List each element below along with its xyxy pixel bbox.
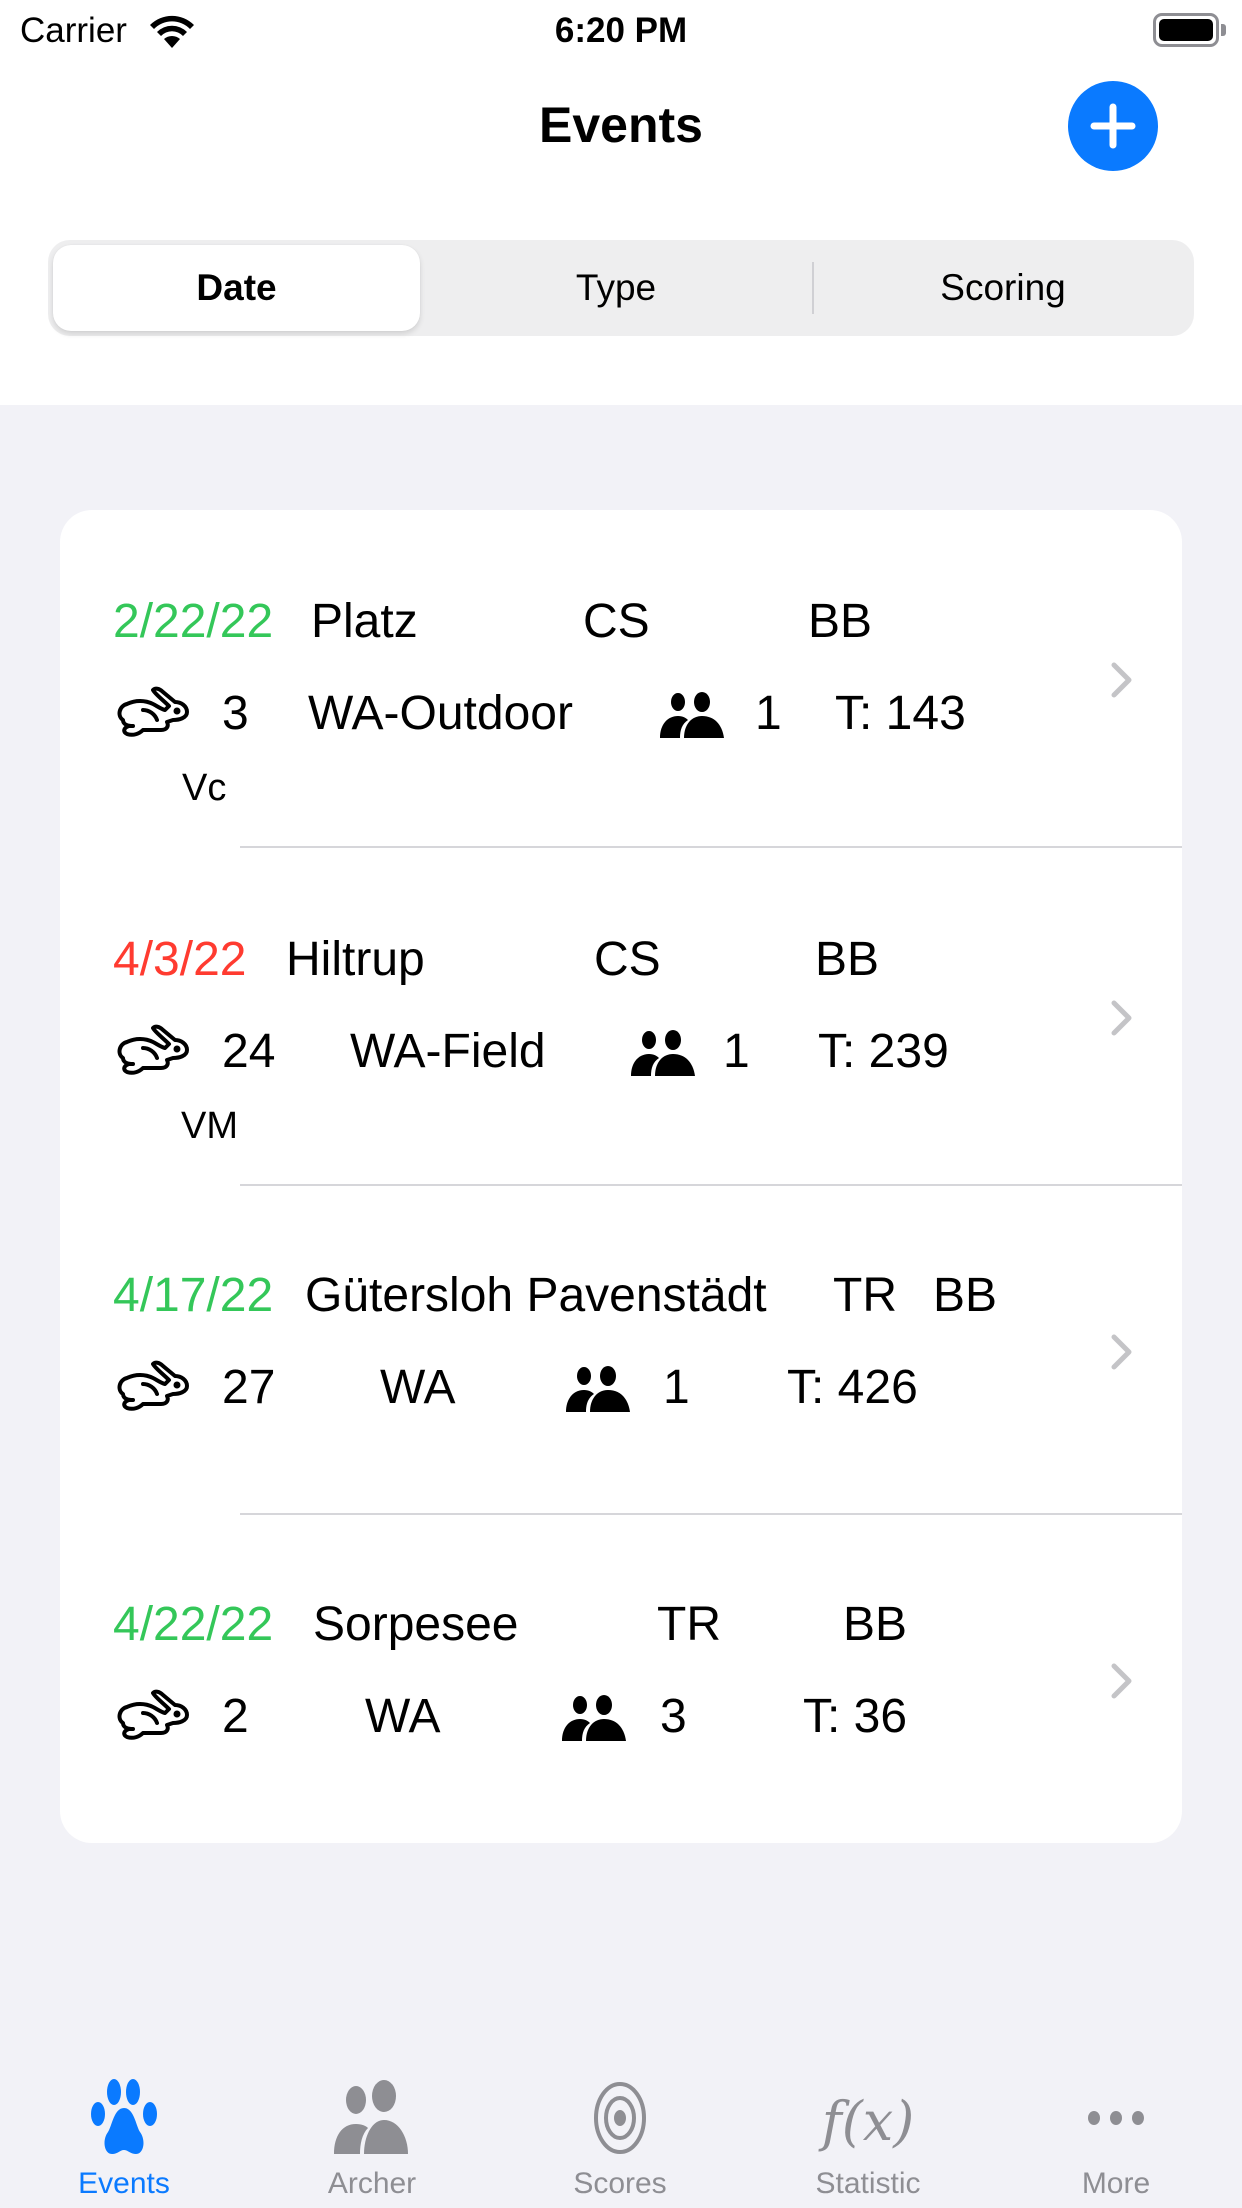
function-icon: f(x) xyxy=(818,2090,914,2153)
event-targets: 27 xyxy=(222,1361,276,1414)
sort-segmented-control: Date Type Scoring xyxy=(48,240,1194,336)
event-type: WA-Field xyxy=(350,1025,546,1078)
events-list: 2/22/22 Platz CS BB 3 WA-Outdoor 1 T: 14… xyxy=(60,510,1182,1843)
event-targets: 3 xyxy=(222,687,249,740)
event-note: VM xyxy=(181,1105,238,1147)
svg-text:f(x): f(x) xyxy=(818,2090,914,2153)
event-row[interactable]: 2/22/22 Platz CS BB 3 WA-Outdoor 1 T: 14… xyxy=(60,510,1182,847)
chevron-right-icon xyxy=(1111,1663,1132,1699)
event-date: 4/22/22 xyxy=(113,1598,274,1651)
segment-date[interactable]: Date xyxy=(53,245,420,331)
segment-type[interactable]: Type xyxy=(424,245,808,331)
chevron-right-icon xyxy=(1111,1000,1132,1036)
battery-icon xyxy=(1153,13,1219,47)
event-total: T: 426 xyxy=(787,1361,918,1414)
event-location: Platz xyxy=(311,595,418,648)
battery-cap xyxy=(1221,24,1226,36)
event-row[interactable]: 4/22/22 Sorpesee TR BB 2 WA 3 T: 36 xyxy=(60,1515,1182,1843)
tab-label: Statistic xyxy=(815,2167,921,2200)
event-date: 4/17/22 xyxy=(113,1269,274,1322)
event-row[interactable]: 4/3/22 Hiltrup CS BB 24 WA-Field 1 T: 23… xyxy=(60,848,1182,1185)
event-total: T: 239 xyxy=(818,1025,949,1078)
event-bow-class: BB xyxy=(933,1269,998,1322)
tab-archer[interactable]: Archer xyxy=(248,2040,496,2208)
event-scoring: CS xyxy=(594,933,661,986)
event-bow-class: BB xyxy=(843,1598,908,1651)
event-date: 4/3/22 xyxy=(113,933,247,986)
event-archers: 3 xyxy=(660,1690,687,1743)
event-type: WA xyxy=(380,1361,456,1414)
event-targets: 24 xyxy=(222,1025,276,1078)
event-location: Hiltrup xyxy=(286,933,425,986)
event-bow-class: BB xyxy=(808,595,873,648)
tab-events[interactable]: Events xyxy=(0,2040,248,2208)
tab-statistic[interactable]: f(x) Statistic xyxy=(744,2040,992,2208)
add-event-button[interactable] xyxy=(1068,81,1158,171)
tab-label: More xyxy=(1081,2167,1151,2200)
ellipsis-icon xyxy=(1088,2111,1144,2125)
people-icon xyxy=(562,1695,626,1741)
target-icon xyxy=(594,2082,646,2154)
tab-bar: Events Archer Scores f(x) Statistic More xyxy=(0,2040,1242,2208)
event-location: Gütersloh Pavenstädt xyxy=(305,1269,767,1322)
tab-label: Archer xyxy=(327,2167,417,2200)
people-icon xyxy=(334,2080,408,2154)
tab-label: Scores xyxy=(573,2167,667,2200)
rabbit-icon xyxy=(117,1689,189,1740)
event-scoring: TR xyxy=(657,1598,721,1651)
event-total: T: 36 xyxy=(803,1690,908,1743)
people-icon xyxy=(660,692,724,738)
page-title: Events xyxy=(539,97,703,153)
clock: 6:20 PM xyxy=(554,11,688,50)
rabbit-icon xyxy=(117,686,189,737)
event-scoring: TR xyxy=(833,1269,897,1322)
rabbit-icon xyxy=(117,1024,189,1075)
people-icon xyxy=(566,1366,630,1412)
people-icon xyxy=(631,1030,695,1076)
event-row[interactable]: 4/17/22 Gütersloh Pavenstädt TR BB 27 WA… xyxy=(60,1186,1182,1514)
chevron-right-icon xyxy=(1111,1334,1132,1370)
event-type: WA xyxy=(365,1690,441,1743)
event-location: Sorpesee xyxy=(313,1598,519,1651)
plus-icon xyxy=(1090,103,1136,149)
tab-label: Events xyxy=(78,2167,170,2200)
segment-divider xyxy=(812,262,814,314)
event-archers: 1 xyxy=(663,1361,690,1414)
event-archers: 1 xyxy=(723,1025,750,1078)
event-type: WA-Outdoor xyxy=(308,687,573,740)
segment-scoring[interactable]: Scoring xyxy=(818,245,1188,331)
event-total: T: 143 xyxy=(835,687,966,740)
chevron-right-icon xyxy=(1111,662,1132,698)
event-targets: 2 xyxy=(222,1690,249,1743)
event-scoring: CS xyxy=(583,595,650,648)
tab-more[interactable]: More xyxy=(992,2040,1240,2208)
event-bow-class: BB xyxy=(815,933,880,986)
event-archers: 1 xyxy=(755,687,782,740)
rabbit-icon xyxy=(117,1360,189,1411)
tab-scores[interactable]: Scores xyxy=(496,2040,744,2208)
event-note: Vc xyxy=(182,767,227,809)
paw-icon xyxy=(91,2079,157,2154)
event-date: 2/22/22 xyxy=(113,595,274,648)
